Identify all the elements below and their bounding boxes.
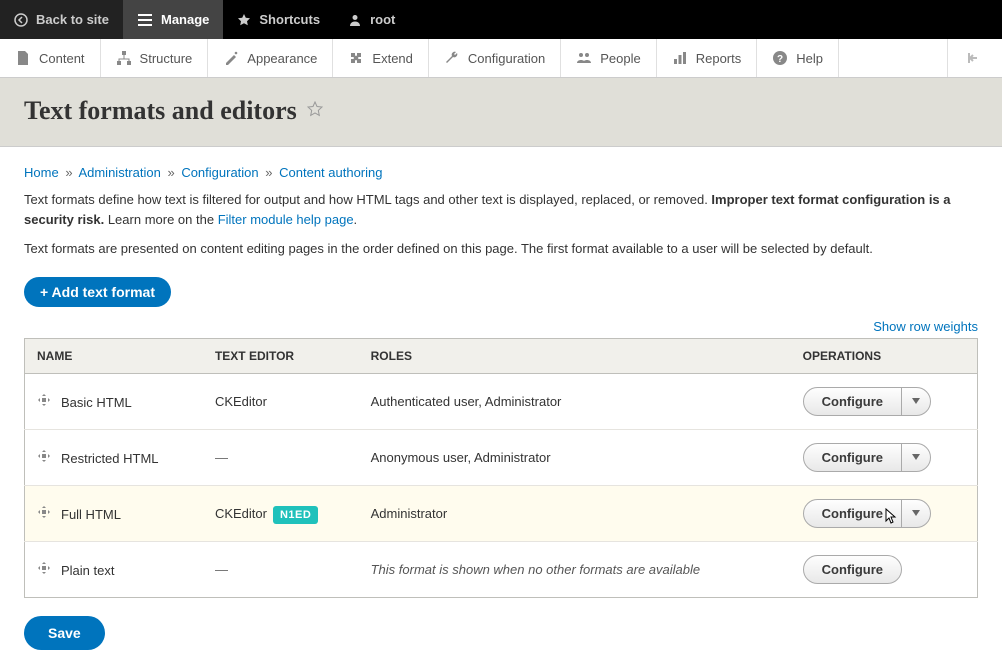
main-content: Home » Administration » Configuration » … [0,147,1002,668]
user-label: root [370,12,395,27]
editor-name: — [215,450,228,465]
menu-content[interactable]: Content [0,39,101,77]
back-to-site[interactable]: Back to site [0,0,123,39]
table-row: Restricted HTML — Anonymous user, Administ… [25,429,978,485]
description-2: Text formats are presented on content ed… [24,239,978,259]
col-ops: Operations [791,338,978,373]
col-name: Name [25,338,203,373]
breadcrumb: Home » Administration » Configuration » … [24,165,978,180]
doc-icon [15,50,31,66]
puzzle-icon [348,50,364,66]
menu-configuration[interactable]: Configuration [429,39,561,77]
editor-name: — [215,562,228,577]
show-row-weights-link[interactable]: Show row weights [873,319,978,334]
format-name: Basic HTML [61,395,132,410]
menu-help[interactable]: ? Help [757,39,839,77]
header-region: Text formats and editors [0,78,1002,147]
configure-button[interactable]: Configure [804,444,901,471]
appearance-icon [223,50,239,66]
drag-handle-icon[interactable] [37,393,51,407]
shortcuts-toggle[interactable]: Shortcuts [223,0,334,39]
admin-menu: Content Structure Appearance Extend Conf… [0,39,1002,78]
reports-icon [672,50,688,66]
cursor-icon [883,508,899,529]
collapse-toolbar[interactable] [947,39,1002,77]
add-text-format-button[interactable]: + Add text format [24,277,171,307]
roles-text: Authenticated user, Administrator [371,394,562,409]
filter-help-link[interactable]: Filter module help page [218,212,354,227]
structure-icon [116,50,132,66]
manage-label: Manage [161,12,209,27]
crumb-home[interactable]: Home [24,165,59,180]
configure-button[interactable]: Configure [804,388,901,415]
format-name: Plain text [61,563,114,578]
col-editor: Text Editor [203,338,359,373]
crumb-config[interactable]: Configuration [181,165,258,180]
crumb-admin[interactable]: Administration [78,165,160,180]
configure-dropdown-toggle[interactable] [901,388,930,415]
manage-toggle[interactable]: Manage [123,0,223,39]
crumb-content-auth[interactable]: Content authoring [279,165,382,180]
show-row-weights: Show row weights [24,319,978,334]
favorite-star-icon[interactable] [307,101,323,122]
table-row: Plain text — This format is shown when no … [25,541,978,597]
editor-name: CKEditor [215,506,267,521]
format-name: Full HTML [61,507,121,522]
roles-text: Administrator [371,506,448,521]
drag-handle-icon[interactable] [37,449,51,463]
menu-reports[interactable]: Reports [657,39,758,77]
save-button[interactable]: Save [24,616,105,650]
configure-dropdown-toggle[interactable] [901,500,930,527]
toolbar-top: Back to site Manage Shortcuts root [0,0,1002,39]
roles-text: Anonymous user, Administrator [371,450,551,465]
formats-table: Name Text Editor Roles Operations Basic … [24,338,978,598]
menu-structure[interactable]: Structure [101,39,209,77]
format-name: Restricted HTML [61,451,159,466]
arrow-collapse-icon [963,50,979,66]
hamburger-icon [137,13,153,27]
menu-people[interactable]: People [561,39,656,77]
star-icon [237,13,251,27]
menu-appearance[interactable]: Appearance [208,39,333,77]
roles-text: This format is shown when no other forma… [371,562,701,577]
editor-badge: N1ED [273,506,318,524]
wrench-icon [444,50,460,66]
description-1: Text formats define how text is filtered… [24,190,978,229]
user-icon [348,13,362,27]
svg-text:?: ? [777,54,783,65]
table-row: Basic HTML CKEditor Authenticated user, Ad… [25,373,978,429]
drag-handle-icon[interactable] [37,561,51,575]
user-menu[interactable]: root [334,0,409,39]
table-row: Full HTMLCKEditorN1EDAdministratorConfig… [25,485,978,541]
menu-extend[interactable]: Extend [333,39,428,77]
arrow-left-icon [14,13,28,27]
drag-handle-icon[interactable] [37,505,51,519]
back-label: Back to site [36,12,109,27]
configure-dropdown-toggle[interactable] [901,444,930,471]
editor-name: CKEditor [215,394,267,409]
col-roles: Roles [359,338,791,373]
configure-button[interactable]: Configure [803,555,902,584]
help-icon: ? [772,50,788,66]
page-title: Text formats and editors [24,96,978,126]
people-icon [576,50,592,66]
shortcuts-label: Shortcuts [259,12,320,27]
